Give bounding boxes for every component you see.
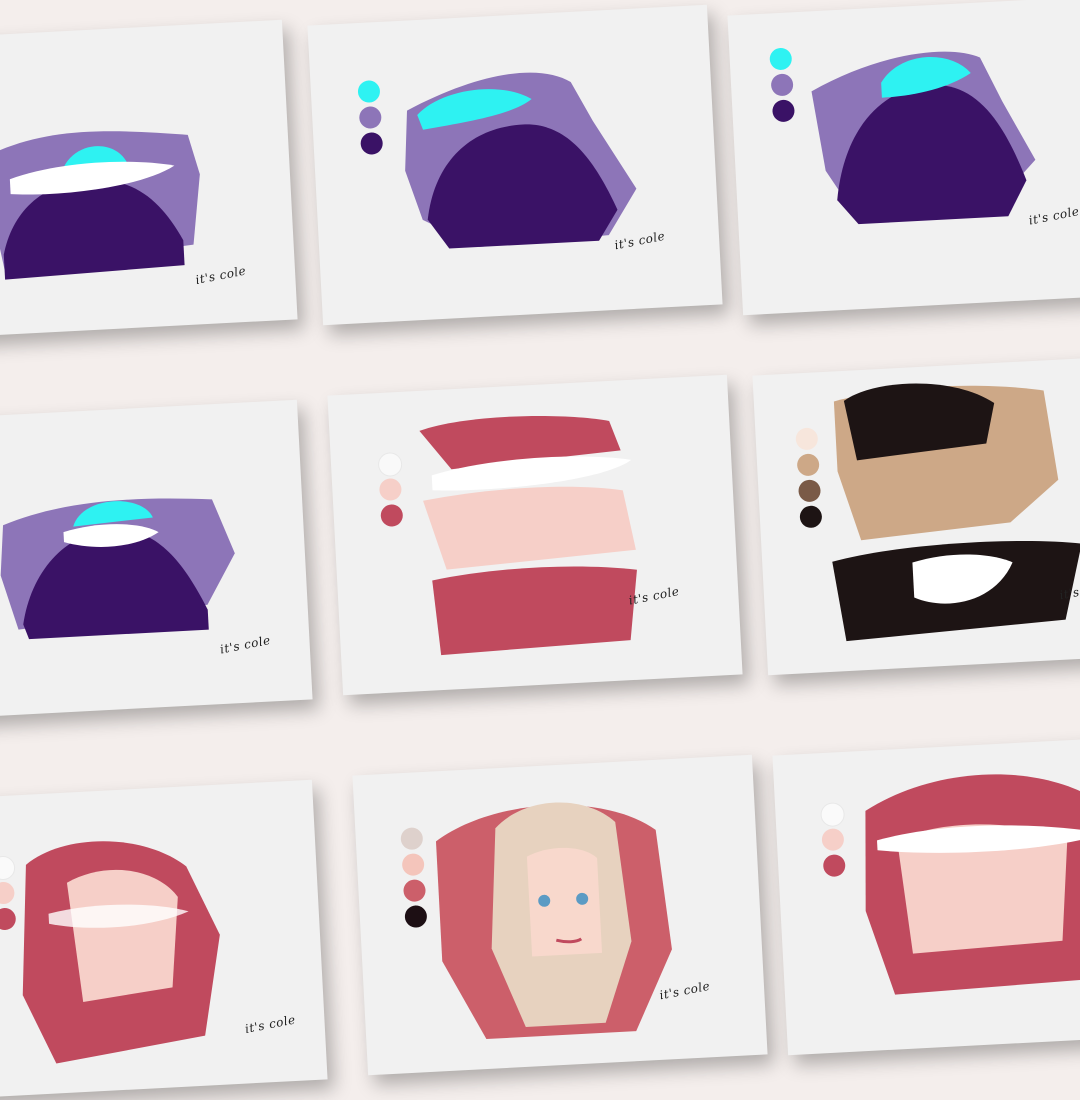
portrait-illustration (0, 131, 200, 280)
artwork-card-6[interactable]: it's cole (752, 354, 1080, 676)
artwork-card-5[interactable]: it's cole (327, 374, 743, 696)
portrait-illustration (0, 498, 235, 640)
artwork-card-1[interactable]: it's cole (0, 19, 298, 341)
artwork-card-4[interactable]: it's cole (0, 399, 313, 721)
artwork-card-7[interactable]: it's cole (0, 779, 328, 1100)
artwork-grid: it's cole it's cole it's cole it's cole … (0, 0, 1080, 1100)
artwork-card-2[interactable]: it's cole (307, 4, 723, 326)
portrait-illustration (22, 841, 220, 1064)
artwork-card-3[interactable]: it's cole (727, 0, 1080, 316)
portrait-illustration (405, 72, 637, 249)
artwork-card-9[interactable]: it's cole (772, 734, 1080, 1056)
portrait-illustration (865, 774, 1080, 995)
portrait-illustration (419, 416, 637, 656)
artwork-card-8[interactable]: it's cole (352, 754, 768, 1076)
